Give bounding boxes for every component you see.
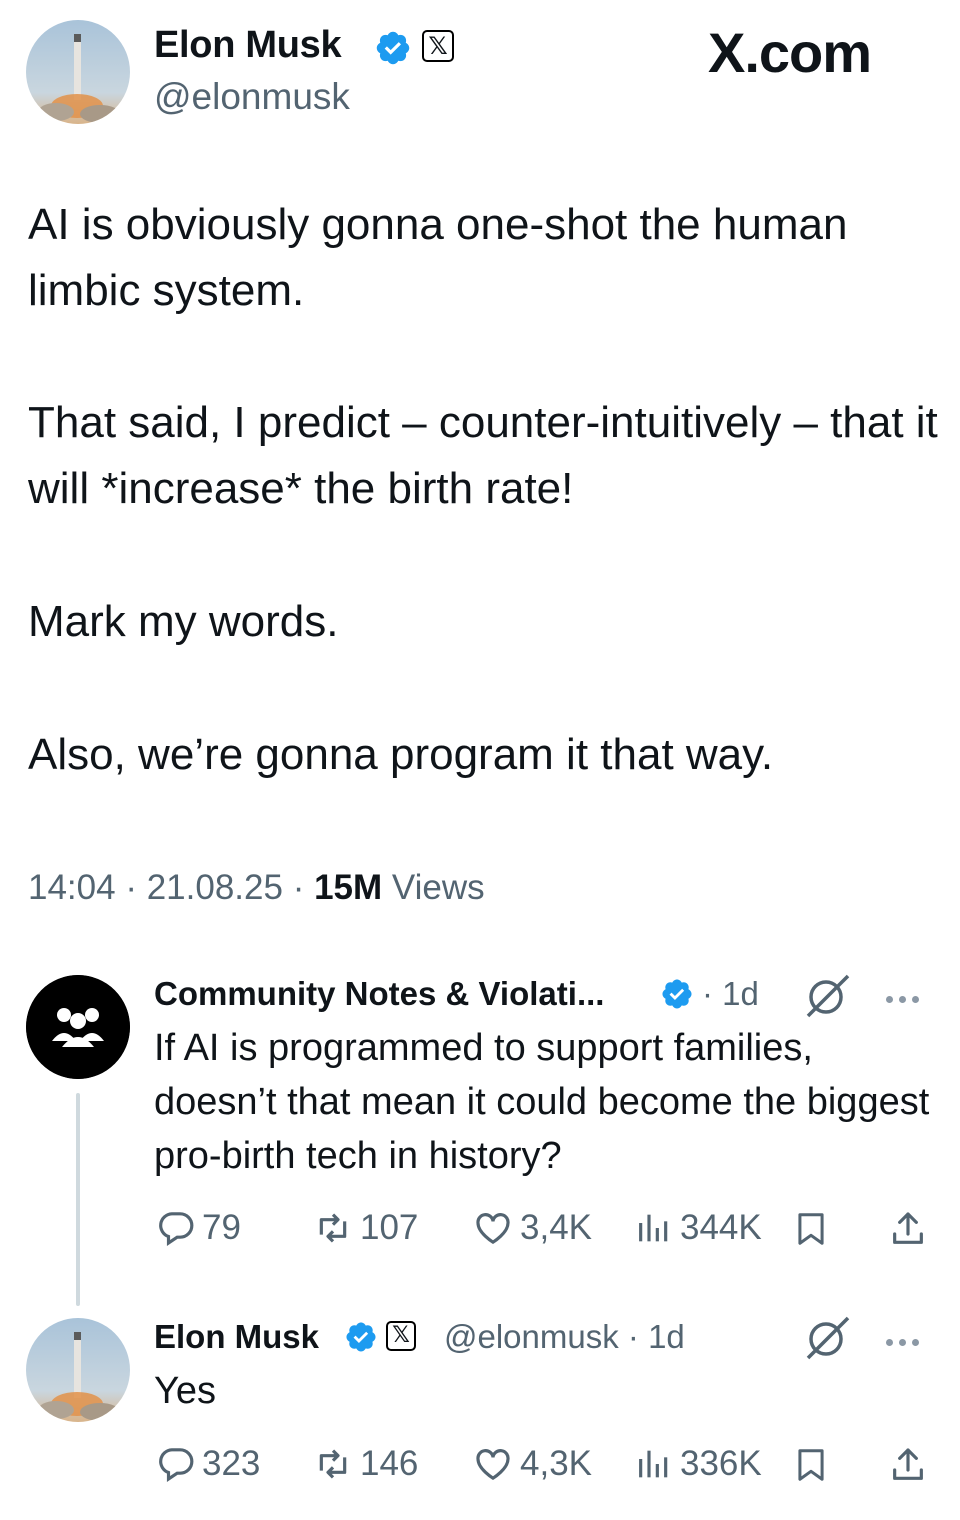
x-logo-icon: 𝕏 [422,30,454,62]
like-icon [476,1213,510,1245]
views-label: Views [391,868,485,907]
grok-icon[interactable] [804,1316,852,1365]
share-button[interactable] [888,1444,928,1486]
repost-icon [319,1449,347,1479]
views-count: 336K [680,1444,762,1483]
views-icon [639,1214,668,1242]
reply-icon [159,1212,194,1246]
bookmark-button[interactable] [792,1208,830,1250]
reply-author-name[interactable]: Community Notes & Violati... [154,975,604,1013]
brand-wordmark: X.com [708,21,872,84]
more-icon[interactable] [886,990,925,1008]
repost-icon [319,1213,347,1243]
post-paragraph: Also, we’re gonna program it that way. [28,730,774,779]
bookmark-button[interactable] [792,1444,830,1486]
reply-icon [159,1448,194,1482]
share-button[interactable] [888,1208,928,1250]
views-count[interactable]: 15M [314,868,382,907]
views-button[interactable]: 344K [634,1208,762,1248]
post-meta: 14:04 · 21.08.25 · 15M Views [28,868,485,907]
reply-author-handle[interactable]: @elonmusk [444,1318,619,1355]
reply-button[interactable]: 79 [156,1208,241,1248]
views-count: 344K [680,1208,762,1247]
repost-button[interactable]: 146 [312,1444,418,1484]
like-count: 3,4K [520,1208,592,1247]
reply-text: If AI is programmed to support families,… [154,1027,930,1177]
views-button[interactable]: 336K [634,1444,762,1484]
more-icon[interactable] [886,1333,925,1351]
verified-badge-icon [660,977,694,1011]
bookmark-icon [798,1213,824,1245]
post-paragraph: AI is obviously gonna one-shot the human… [28,200,848,315]
verified-badge-icon [374,29,412,67]
repost-count: 146 [360,1444,419,1483]
like-button[interactable]: 4,3K [472,1444,592,1484]
bookmark-icon [798,1449,824,1481]
community-notes-avatar[interactable] [26,975,130,1079]
verified-badge-icon [344,1320,378,1354]
repost-button[interactable]: 107 [312,1208,418,1248]
share-icon [893,1448,923,1480]
reply-button[interactable]: 323 [156,1444,260,1484]
views-icon [639,1450,668,1478]
author-handle[interactable]: @elonmusk [154,76,350,118]
reply-count: 323 [202,1444,261,1483]
reply-author-name[interactable]: Elon Musk [154,1318,319,1356]
author-name[interactable]: Elon Musk [154,24,342,67]
like-icon [476,1449,510,1481]
repost-count: 107 [360,1208,419,1247]
reply-meta: @elonmusk · 1d [444,1318,685,1355]
reply-count: 79 [202,1208,241,1247]
author-avatar[interactable] [26,1318,130,1422]
grok-icon[interactable] [804,974,852,1023]
post-date[interactable]: 21.08.25 [147,868,283,907]
x-logo-icon: 𝕏 [386,1321,416,1351]
share-icon [893,1212,923,1244]
reply-age: 1d [648,1318,685,1355]
reply-text: Yes [154,1370,216,1412]
post-paragraph: Mark my words. [28,597,339,646]
author-avatar[interactable] [26,20,130,124]
like-count: 4,3K [520,1444,592,1483]
post-paragraph: That said, I predict – counter-intuitive… [28,398,938,513]
post-time[interactable]: 14:04 [28,868,116,907]
like-button[interactable]: 3,4K [472,1208,592,1248]
thread-connector [76,1093,80,1306]
reply-age: · 1d [702,975,759,1012]
